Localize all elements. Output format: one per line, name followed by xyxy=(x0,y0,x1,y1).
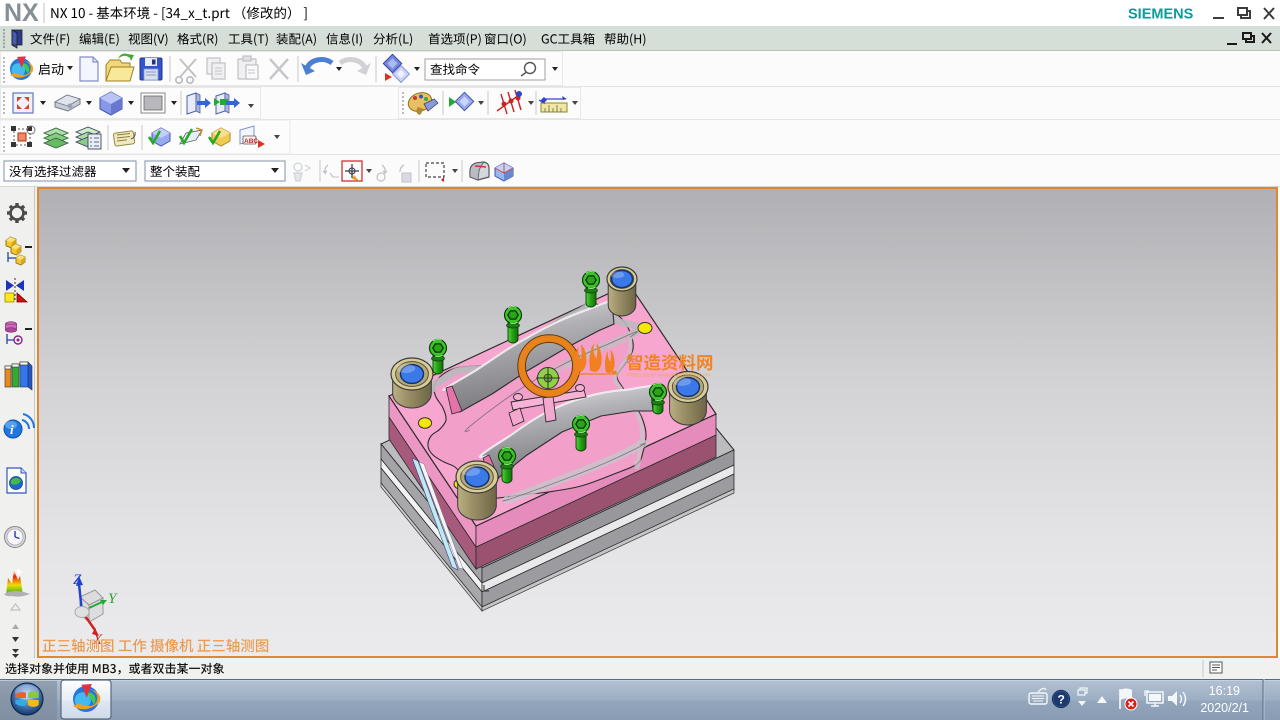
svg-text:2020/2/1: 2020/2/1 xyxy=(1200,701,1249,715)
svg-text:INTELLIGENT MANUFACTURING DATA: INTELLIGENT MANUFACTURING DATA xyxy=(627,373,712,378)
svg-text:?: ? xyxy=(1058,693,1065,707)
svg-text:Z: Z xyxy=(73,572,82,588)
svg-text:i: i xyxy=(10,422,14,437)
svg-text:16:19: 16:19 xyxy=(1209,684,1240,698)
svg-text:NX: NX xyxy=(4,0,39,26)
svg-text:ABC: ABC xyxy=(244,138,258,145)
svg-text:SIEMENS: SIEMENS xyxy=(1128,7,1194,23)
